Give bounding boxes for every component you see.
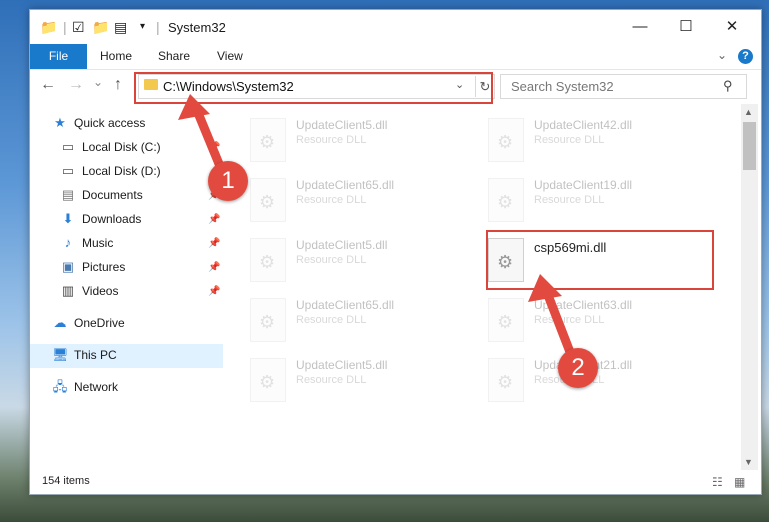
arrow-shaft-2 xyxy=(541,285,575,357)
arrow-head-1 xyxy=(178,94,210,120)
arrow-head-2 xyxy=(528,274,562,302)
annotation-arrows xyxy=(178,94,575,357)
step-badge-2: 2 xyxy=(558,348,598,388)
step-badge-1: 1 xyxy=(208,161,248,201)
